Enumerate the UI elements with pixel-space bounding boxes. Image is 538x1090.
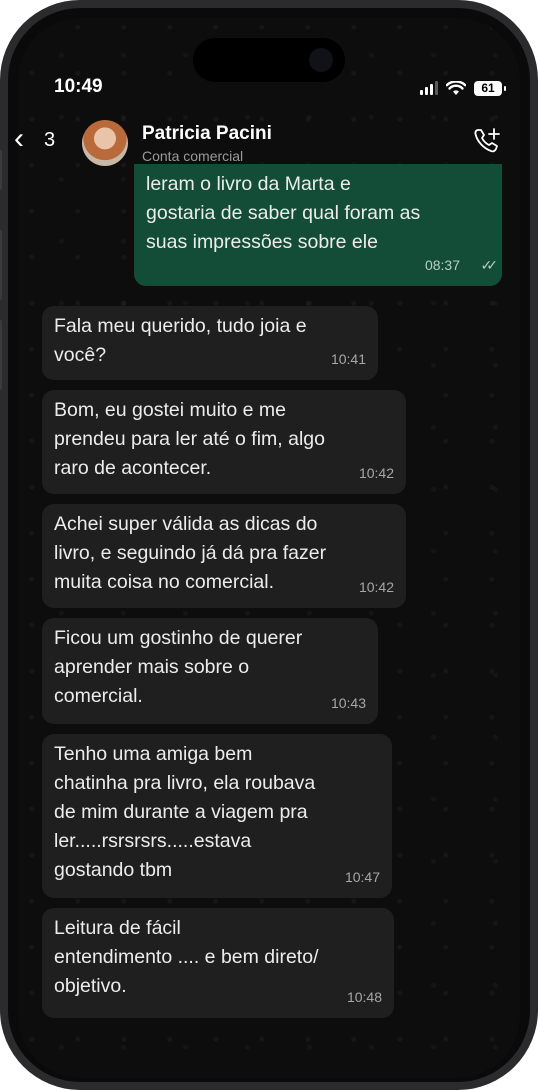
unread-count[interactable]: 3 <box>44 129 55 152</box>
message-text: Achei super válida as dicas do livro, e … <box>54 513 327 593</box>
message-text: Ficou um gostinho de querer aprender mai… <box>54 627 303 707</box>
message-bubble-incoming[interactable]: Tenho uma amiga bem chatinha pra livro, … <box>42 734 392 898</box>
battery-icon: 61 <box>474 80 506 96</box>
read-ticks-icon: ✓✓ <box>480 257 499 273</box>
chat-header: ‹ 3 Patricia Pacini Conta comercial <box>0 110 538 166</box>
message-time: 10:42 <box>358 465 394 481</box>
status-time: 10:49 <box>54 76 103 97</box>
wifi-icon <box>446 80 466 95</box>
message-bubble-incoming[interactable]: Bom, eu gostei muito e me prendeu para l… <box>42 390 406 494</box>
volume-down-button <box>0 320 2 390</box>
signal-icon <box>420 81 438 95</box>
message-time: 10:43 <box>330 695 366 711</box>
message-text: Leitura de fácil entendimento .... e bem… <box>54 917 319 997</box>
message-bubble-incoming[interactable]: Fala meu querido, tudo joia e você? 10:4… <box>42 306 378 380</box>
message-bubble-incoming[interactable]: Leitura de fácil entendimento .... e bem… <box>42 908 394 1018</box>
message-bubble-outgoing[interactable]: leram o livro da Marta e gostaria de sab… <box>134 164 502 286</box>
message-time: 10:42 <box>358 579 394 595</box>
volume-up-button <box>0 230 2 300</box>
dynamic-island <box>193 38 345 82</box>
message-text: Fala meu querido, tudo joia e você? <box>54 315 307 366</box>
message-text: Tenho uma amiga bem chatinha pra livro, … <box>54 743 316 881</box>
message-text: Bom, eu gostei muito e me prendeu para l… <box>54 399 326 479</box>
message-bubble-incoming[interactable]: Achei super válida as dicas do livro, e … <box>42 504 406 608</box>
message-time: 10:48 <box>346 989 382 1005</box>
message-time: 10:41 <box>330 351 366 367</box>
contact-subtitle: Conta comercial <box>142 148 244 164</box>
contact-avatar[interactable] <box>82 120 128 166</box>
status-icons: 61 <box>420 78 506 98</box>
message-bubble-incoming[interactable]: Ficou um gostinho de querer aprender mai… <box>42 618 378 724</box>
message-text: leram o livro da Marta e gostaria de sab… <box>146 173 421 253</box>
front-camera <box>309 48 333 72</box>
call-add-icon[interactable] <box>472 126 502 156</box>
message-time: 08:37 <box>424 257 460 273</box>
back-chevron-icon[interactable]: ‹ <box>14 124 24 154</box>
contact-name[interactable]: Patricia Pacini <box>142 123 272 145</box>
message-time: 10:47 <box>344 869 380 885</box>
